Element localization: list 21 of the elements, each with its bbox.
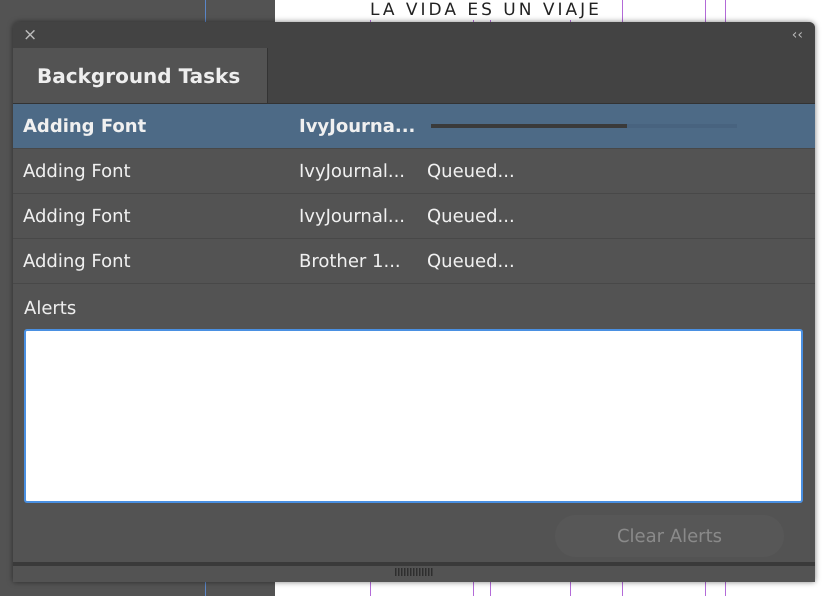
- task-row[interactable]: Adding Font IvyJourna...: [13, 104, 815, 149]
- alerts-field[interactable]: [24, 329, 803, 503]
- task-status: Queued...: [427, 160, 516, 182]
- resize-grip-icon[interactable]: [395, 568, 433, 576]
- collapse-button[interactable]: ‹‹: [792, 25, 803, 45]
- task-name: Adding Font: [22, 250, 132, 272]
- panel-tab[interactable]: Background Tasks: [13, 48, 268, 103]
- alerts-label: Alerts: [24, 298, 78, 319]
- font-name: IvyJournal...: [298, 160, 406, 182]
- task-row[interactable]: Adding Font Brother 1... Queued...: [13, 239, 815, 284]
- task-row[interactable]: Adding Font IvyJournal... Queued...: [13, 194, 815, 239]
- font-name: Brother 1...: [298, 250, 402, 272]
- task-row[interactable]: Adding Font IvyJournal... Queued...: [13, 149, 815, 194]
- font-name: IvyJournal...: [298, 206, 406, 226]
- font-name: IvyJourna...: [298, 116, 416, 136]
- task-status: Queued...: [427, 250, 516, 272]
- task-status: Queued...: [427, 206, 516, 226]
- task-name: Adding Font: [22, 206, 132, 226]
- task-name: Adding Font: [22, 160, 132, 182]
- task-name: Adding Font: [22, 116, 148, 136]
- close-button[interactable]: ×: [23, 25, 38, 45]
